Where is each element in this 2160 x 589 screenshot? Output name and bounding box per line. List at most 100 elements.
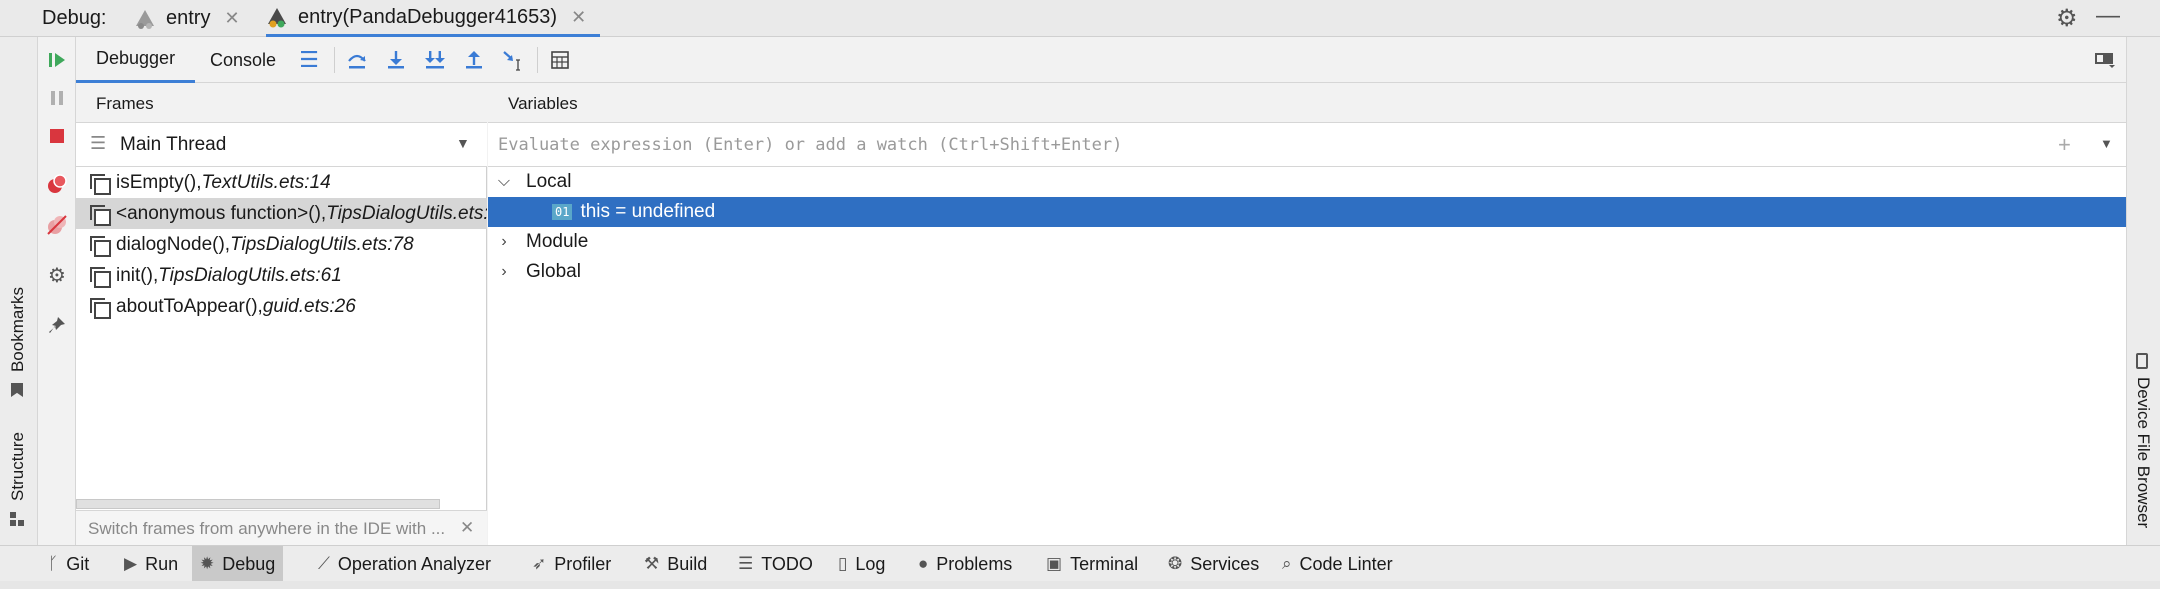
frame-method: dialogNode()	[116, 233, 225, 255]
close-icon[interactable]: ✕	[224, 8, 239, 29]
terminal-icon: ▣	[1046, 554, 1063, 573]
frame-location: TipsDialogUtils.ets:78	[230, 233, 414, 255]
evaluate-expression-icon[interactable]	[545, 45, 575, 75]
frame-row[interactable]: aboutToAppear(), guid.ets:26	[76, 291, 487, 322]
tool-label: Run	[145, 553, 179, 574]
tool-problems[interactable]: ● Problems	[910, 546, 1020, 582]
frames-title: Frames	[96, 94, 154, 113]
tree-node-label: Global	[526, 261, 581, 282]
frame-method: aboutToAppear()	[116, 295, 258, 317]
frame-row[interactable]: init(), TipsDialogUtils.ets:61	[76, 260, 487, 291]
tool-log[interactable]: ▯ Log	[830, 546, 893, 582]
variables-header: Variables	[488, 83, 2126, 123]
pause-icon[interactable]	[44, 85, 70, 111]
stop-icon[interactable]	[44, 123, 70, 149]
tool-label: Terminal	[1070, 553, 1139, 574]
frame-row-selected[interactable]: <anonymous function>(), TipsDialogUtils.…	[76, 198, 487, 229]
tool-label: Log	[855, 553, 886, 574]
evaluate-expression-input[interactable]	[498, 131, 1998, 159]
variable-type-icon: 01	[552, 204, 573, 220]
frame-row[interactable]: isEmpty(), TextUtils.ets:14	[76, 167, 487, 198]
frames-panel: Frames ☰ Main Thread ▼ isEmpty(), TextUt…	[76, 83, 487, 545]
tab-entry[interactable]: entry ✕	[134, 0, 240, 37]
tool-services[interactable]: ❂ Services	[1160, 546, 1267, 582]
frame-icon	[90, 204, 111, 226]
minimize-icon[interactable]: —	[2096, 2, 2120, 30]
tool-profiler[interactable]: ➶ Profiler	[524, 546, 619, 582]
tool-code-linter[interactable]: ⌕ Code Linter	[1274, 546, 1401, 582]
gear-icon[interactable]: ⚙	[2056, 4, 2078, 33]
tool-label: Debug	[222, 553, 276, 574]
tool-label: Profiler	[554, 553, 612, 574]
frame-icon	[90, 297, 111, 319]
bookmarks-tool[interactable]: Bookmarks	[8, 287, 28, 398]
bottom-tool-bar: ᚴ Git ▶ Run ✹ Debug ⟋ Operation Analyzer ➶ Pr…	[0, 545, 2160, 582]
tool-debug[interactable]: ✹ Debug	[192, 546, 284, 582]
close-icon[interactable]: ✕	[571, 7, 586, 28]
step-over-icon[interactable]	[342, 45, 372, 75]
list-icon: ☰	[738, 554, 754, 573]
horizontal-scrollbar[interactable]	[76, 499, 440, 509]
layout-icon[interactable]: ☰	[294, 45, 324, 75]
view-breakpoints-icon[interactable]	[44, 171, 70, 197]
chart-icon: ⟋	[318, 554, 330, 573]
chevron-down-icon[interactable]: ▼	[2100, 136, 2113, 151]
layout-settings-icon[interactable]	[2090, 45, 2120, 75]
tree-node-label: Module	[526, 231, 589, 252]
step-into-icon[interactable]	[381, 45, 411, 75]
add-watch-icon[interactable]: +	[2058, 132, 2071, 158]
frames-tip: Switch frames from anywhere in the IDE w…	[76, 510, 487, 545]
tab-label: Debugger	[96, 48, 176, 68]
right-tool-strip: Device File Browser	[2126, 37, 2160, 545]
structure-tool[interactable]: Structure	[8, 432, 28, 526]
tab-debugger[interactable]: Debugger	[76, 37, 196, 83]
thread-name: Main Thread	[120, 134, 227, 155]
frame-method: isEmpty()	[116, 171, 197, 193]
tool-todo[interactable]: ☰ TODO	[730, 546, 821, 582]
force-step-into-icon[interactable]	[420, 45, 450, 75]
tree-node-local[interactable]: ⌵ Local	[488, 167, 2126, 197]
tool-label: TODO	[761, 553, 813, 574]
services-icon: ❂	[1168, 554, 1183, 573]
run-to-cursor-icon[interactable]	[498, 45, 528, 75]
chevron-right-icon[interactable]: ›	[496, 263, 512, 281]
chevron-right-icon[interactable]: ›	[496, 233, 512, 251]
tool-label: Git	[66, 553, 90, 574]
step-out-icon[interactable]	[459, 45, 489, 75]
resume-icon[interactable]	[44, 47, 70, 73]
frame-location: TipsDialogUtils.ets:80	[326, 202, 487, 224]
bookmarks-label: Bookmarks	[8, 287, 27, 373]
thread-icon: ☰	[90, 133, 107, 153]
tool-label: Build	[667, 553, 708, 574]
frame-location: TextUtils.ets:14	[201, 171, 331, 193]
chevron-down-icon[interactable]: ⌵	[496, 173, 512, 191]
variable-row-selected[interactable]: 01 this = undefined	[488, 197, 2126, 227]
structure-label: Structure	[8, 432, 27, 501]
device-icon	[2136, 353, 2148, 369]
tree-node-module[interactable]: › Module	[488, 227, 2126, 257]
settings-icon[interactable]: ⚙	[44, 262, 70, 288]
tool-git[interactable]: ᚴ Git	[40, 546, 97, 582]
bookmark-icon	[11, 383, 23, 398]
chevron-down-icon[interactable]: ▼	[456, 135, 470, 151]
frame-row[interactable]: dialogNode(), TipsDialogUtils.ets:78	[76, 229, 487, 260]
tab-console[interactable]: Console	[190, 37, 296, 83]
pin-icon[interactable]	[44, 312, 70, 338]
frame-icon	[90, 235, 111, 257]
tree-node-global[interactable]: › Global	[488, 257, 2126, 287]
run-config-icon	[268, 8, 286, 28]
tool-build[interactable]: ⚒ Build	[636, 546, 715, 582]
mute-breakpoints-icon[interactable]	[44, 212, 70, 238]
device-file-browser-tool[interactable]: Device File Browser	[2133, 353, 2153, 533]
variables-panel: Variables + ▼ ⌵ Local 01 this = undefine…	[488, 83, 2126, 545]
problems-icon: ●	[918, 554, 929, 573]
tip-text: Switch frames from anywhere in the IDE w…	[88, 519, 446, 538]
left-tool-strip: Bookmarks Structure	[0, 37, 38, 545]
thread-select[interactable]: ☰ Main Thread ▼	[76, 123, 487, 167]
tool-run[interactable]: ▶ Run	[116, 546, 186, 582]
toolbar-divider	[334, 47, 335, 73]
tab-entry-panda-debugger[interactable]: entry(PandaDebugger41653) ✕	[266, 0, 601, 37]
tool-operation-analyzer[interactable]: ⟋ Operation Analyzer	[310, 546, 499, 582]
tool-terminal[interactable]: ▣ Terminal	[1038, 546, 1146, 582]
close-icon[interactable]: ✕	[460, 518, 474, 538]
